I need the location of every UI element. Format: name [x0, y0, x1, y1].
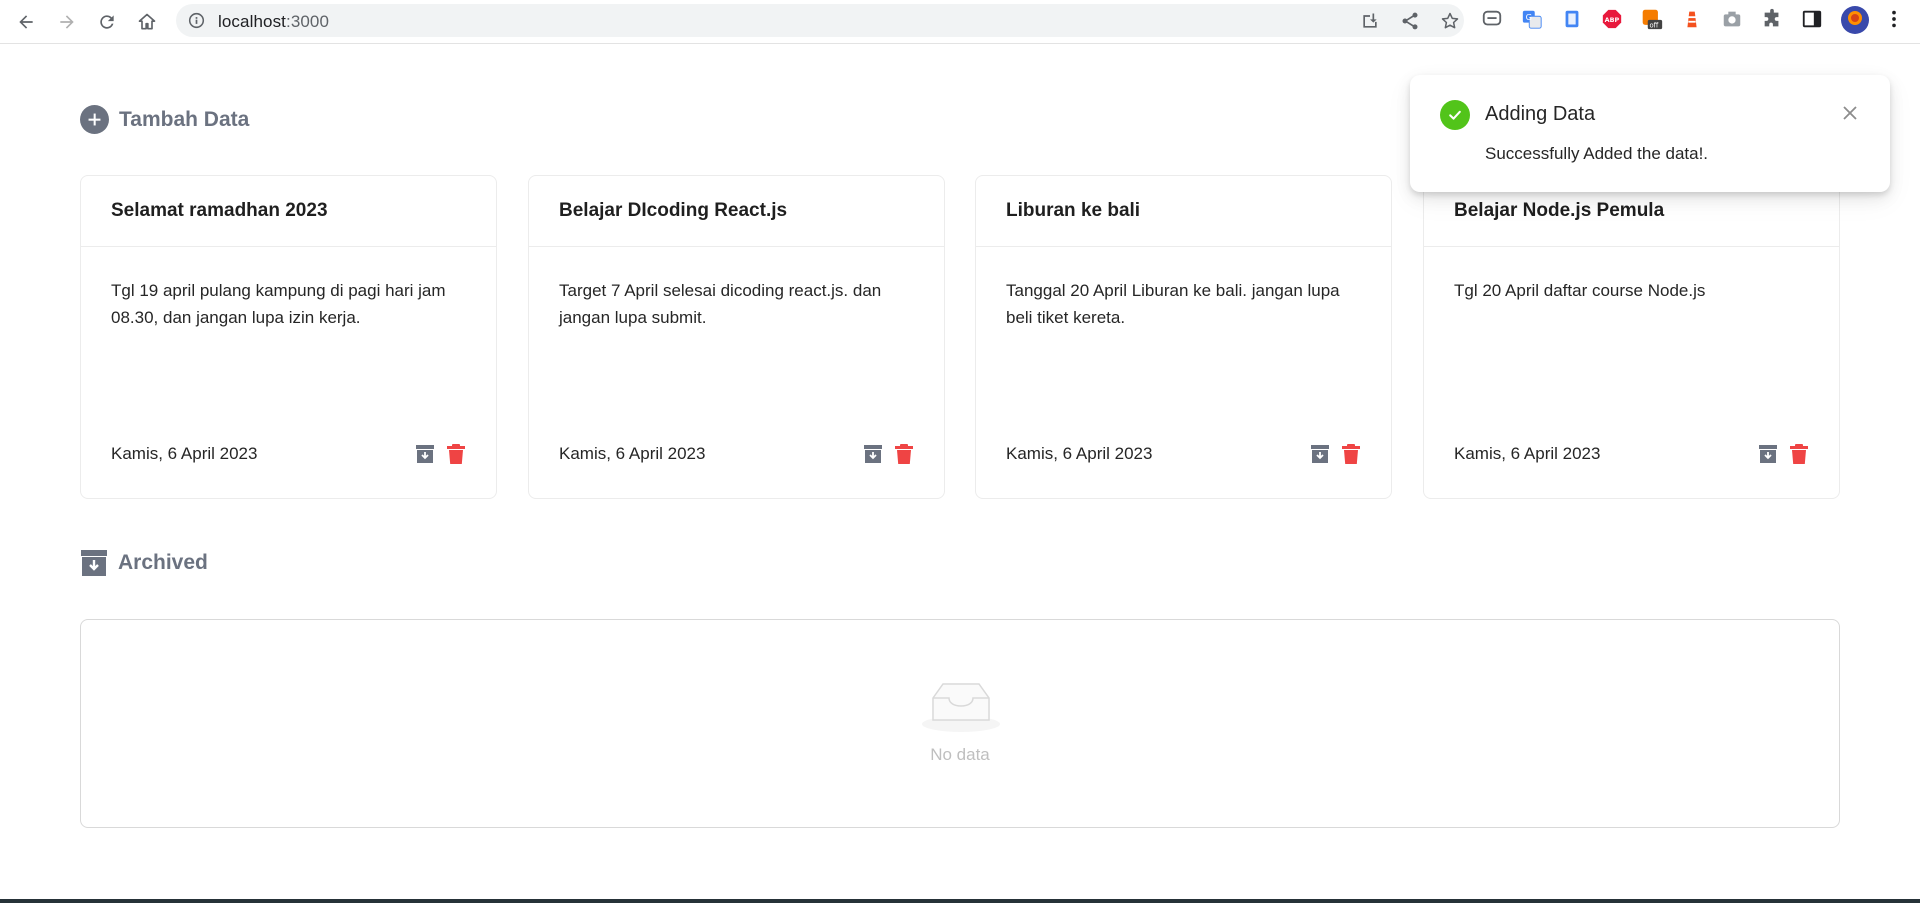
side-panel-icon[interactable] — [1801, 8, 1823, 30]
archive-box-icon — [81, 550, 107, 576]
forward-button[interactable] — [54, 9, 80, 35]
extension-chat-icon[interactable] — [1481, 8, 1503, 30]
archived-heading: Archived — [80, 549, 208, 577]
share-icon[interactable] — [1400, 11, 1420, 31]
taskbar-edge — [0, 899, 1920, 903]
trash-icon[interactable] — [447, 444, 465, 464]
extension-lighthouse-icon[interactable] — [1681, 8, 1703, 30]
svg-text:off: off — [1649, 21, 1658, 29]
trash-icon[interactable] — [1790, 444, 1808, 464]
archived-empty-state: No data — [80, 619, 1840, 828]
address-bar[interactable]: localhost:3000 — [176, 4, 1464, 37]
note-date: Kamis, 6 April 2023 — [111, 444, 258, 463]
notification-title: Adding Data — [1485, 103, 1596, 125]
url-text: localhost:3000 — [218, 12, 330, 31]
archive-icon[interactable] — [1310, 444, 1330, 464]
note-body: Tgl 20 April daftar course Node.js — [1454, 281, 1706, 300]
archived-label: Archived — [118, 551, 208, 574]
success-notification: Adding Data Successfully Added the data!… — [1410, 75, 1890, 192]
plus-circle-icon — [80, 105, 109, 134]
note-card: Belajar Node.js Pemula Tgl 20 April daft… — [1423, 175, 1840, 499]
trash-icon[interactable] — [895, 444, 913, 464]
note-title: Belajar DIcoding React.js — [559, 200, 788, 221]
archive-icon[interactable] — [415, 444, 435, 464]
notification-description: Successfully Added the data!. — [1485, 144, 1709, 163]
note-card: Liburan ke bali Tanggal 20 April Liburan… — [975, 175, 1392, 499]
svg-text:G: G — [1526, 12, 1532, 22]
extension-camera-icon[interactable] — [1721, 8, 1743, 30]
archive-icon[interactable] — [1758, 444, 1778, 464]
arrow-right-icon — [60, 15, 74, 29]
extension-adblock-icon[interactable]: ABP — [1601, 8, 1623, 30]
extension-translate-icon[interactable]: G — [1521, 8, 1543, 30]
arrow-left-icon — [19, 15, 33, 29]
home-icon — [138, 13, 156, 30]
note-title: Selamat ramadhan 2023 — [111, 200, 328, 221]
divider — [976, 246, 1391, 247]
note-body: Tgl 19 april pulang kampung di pagi hari… — [111, 281, 446, 327]
divider — [529, 246, 944, 247]
close-icon[interactable] — [1840, 103, 1860, 123]
empty-inbox-icon — [922, 683, 1000, 732]
add-data-label: Tambah Data — [119, 107, 250, 131]
reload-icon — [100, 15, 114, 29]
divider — [1424, 246, 1839, 247]
install-icon[interactable] — [1360, 11, 1380, 31]
extensions-puzzle-icon[interactable] — [1761, 8, 1783, 30]
note-title: Liburan ke bali — [1006, 200, 1141, 221]
home-button[interactable] — [134, 9, 160, 35]
info-icon[interactable] — [188, 12, 205, 29]
reload-button[interactable] — [94, 9, 120, 35]
trash-icon[interactable] — [1342, 444, 1360, 464]
note-title: Belajar Node.js Pemula — [1454, 200, 1665, 221]
extension-off-badge-icon[interactable]: off — [1641, 8, 1663, 30]
note-body: Tanggal 20 April Liburan ke bali. jangan… — [1006, 281, 1340, 327]
empty-text: No data — [930, 745, 990, 764]
extension-document-icon[interactable] — [1561, 8, 1583, 30]
back-button[interactable] — [13, 9, 39, 35]
profile-avatar[interactable] — [1841, 6, 1869, 34]
success-check-icon — [1440, 100, 1470, 130]
svg-text:ABP: ABP — [1605, 16, 1620, 24]
menu-kebab-icon[interactable] — [1883, 8, 1905, 30]
note-date: Kamis, 6 April 2023 — [1006, 444, 1153, 463]
note-date: Kamis, 6 April 2023 — [559, 444, 706, 463]
note-date: Kamis, 6 April 2023 — [1454, 444, 1601, 463]
bookmark-star-icon[interactable] — [1440, 11, 1460, 31]
archive-icon[interactable] — [863, 444, 883, 464]
browser-toolbar: localhost:3000 G ABP off — [0, 0, 1920, 44]
add-data-button[interactable]: Tambah Data — [80, 105, 249, 134]
note-card: Selamat ramadhan 2023 Tgl 19 april pulan… — [80, 175, 497, 499]
divider — [81, 246, 496, 247]
note-body: Target 7 April selesai dicoding react.js… — [559, 281, 882, 327]
note-card: Belajar DIcoding React.js Target 7 April… — [528, 175, 945, 499]
